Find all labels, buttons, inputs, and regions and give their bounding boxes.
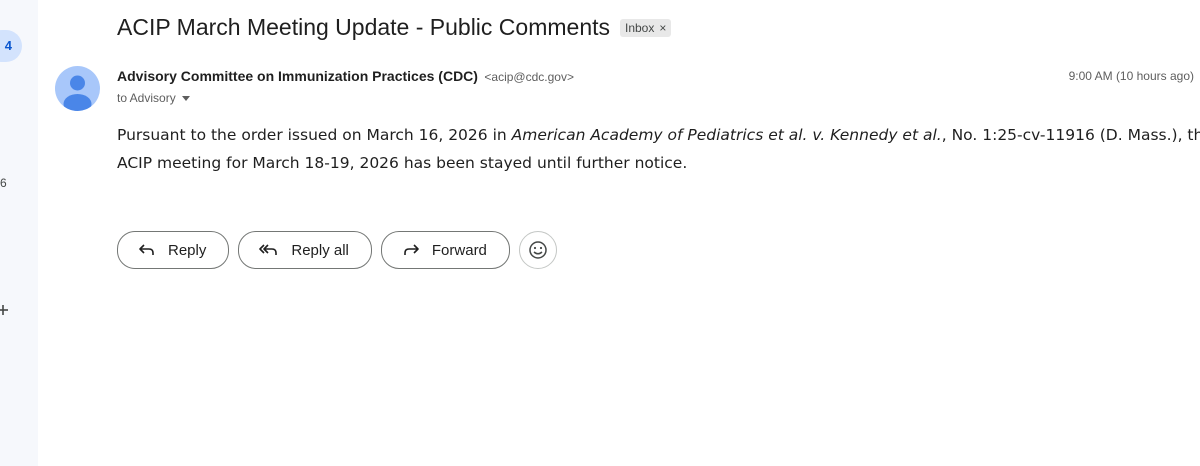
reply-all-button[interactable]: Reply all bbox=[238, 231, 372, 269]
remove-label-icon[interactable]: × bbox=[659, 21, 666, 35]
sender-row: Advisory Committee on Immunization Pract… bbox=[117, 68, 574, 86]
body-text-part: Pursuant to the bbox=[117, 126, 242, 144]
forward-button[interactable]: Forward bbox=[380, 231, 510, 269]
reply-button[interactable]: Reply bbox=[117, 231, 230, 269]
reply-all-icon bbox=[259, 244, 278, 255]
email-actions: Reply Reply all Forward bbox=[117, 231, 557, 269]
sender-name[interactable]: Advisory Committee on Immunization Pract… bbox=[117, 68, 478, 84]
reply-label: Reply bbox=[168, 241, 207, 259]
reply-icon bbox=[139, 244, 154, 255]
sender-email: <acip@cdc.gov> bbox=[484, 70, 574, 84]
emoji-reaction-icon bbox=[529, 241, 547, 259]
default-avatar-icon bbox=[63, 75, 92, 111]
reply-all-label: Reply all bbox=[291, 241, 349, 259]
email-body: Pursuant to the order issued on March 16… bbox=[117, 121, 1200, 177]
sender-avatar[interactable] bbox=[55, 66, 100, 111]
recipient-row[interactable]: to Advisory bbox=[117, 91, 190, 105]
email-timestamp: 9:00 AM (10 hours ago) bbox=[1068, 69, 1194, 83]
forward-label: Forward bbox=[431, 241, 487, 259]
order-link[interactable]: order bbox=[241, 126, 282, 144]
forward-icon bbox=[404, 244, 419, 255]
inbox-label-chip: Inbox × bbox=[620, 18, 672, 37]
case-name: American Academy of Pediatrics et al. v.… bbox=[511, 126, 942, 144]
add-label-icon[interactable] bbox=[0, 300, 12, 320]
sidebar-unread-badge[interactable]: 4 bbox=[0, 30, 22, 62]
chevron-down-icon[interactable] bbox=[181, 95, 190, 101]
email-subject: ACIP March Meeting Update - Public Comme… bbox=[117, 14, 610, 40]
email-subject-row: ACIP March Meeting Update - Public Comme… bbox=[117, 14, 672, 41]
body-text-part: issued on March 16, 2026 in bbox=[282, 126, 512, 144]
recipient-text: to Advisory bbox=[117, 91, 176, 105]
emoji-reaction-button[interactable] bbox=[518, 231, 557, 269]
inbox-label-text: Inbox bbox=[625, 20, 655, 35]
left-sidebar: 4 6 bbox=[0, 0, 38, 466]
sidebar-item-count[interactable]: 6 bbox=[0, 176, 7, 190]
